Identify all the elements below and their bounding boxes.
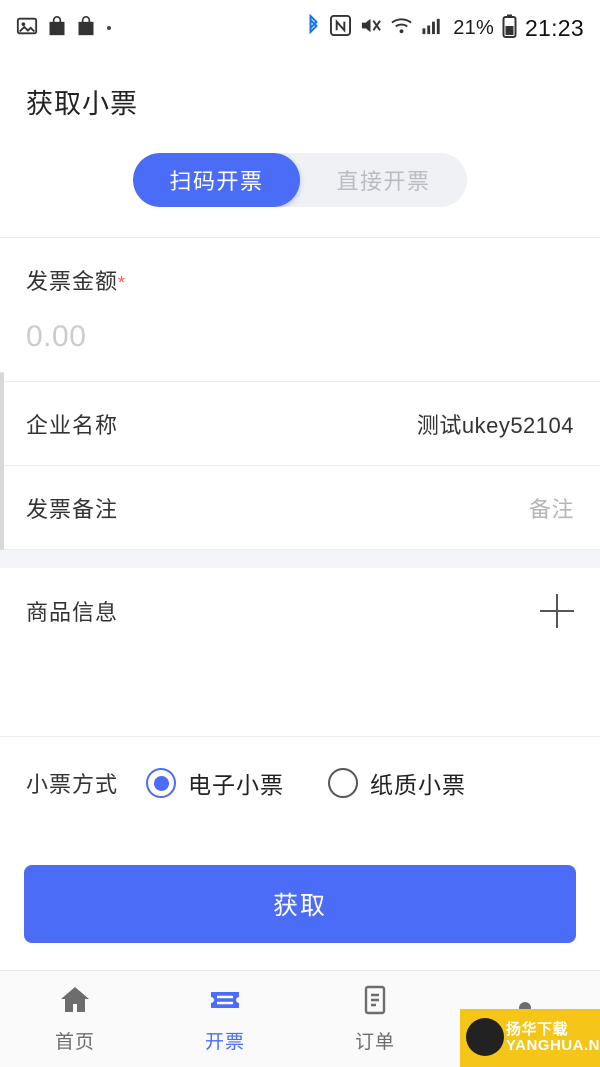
tab-bar: 扫码开票 直接开票 — [0, 121, 600, 238]
status-bar-clock: 21:23 — [524, 14, 584, 41]
battery-icon — [502, 14, 517, 43]
receipt-type-options: 电子小票 纸质小票 — [146, 766, 466, 800]
shopping-bag-icon — [76, 15, 96, 42]
radio-paper-receipt[interactable]: 纸质小票 — [328, 766, 466, 800]
shopping-bag-icon — [47, 15, 67, 42]
company-name-label: 企业名称 — [26, 412, 119, 438]
company-name-value: 测试ukey52104 — [416, 412, 574, 438]
invoice-remark-input[interactable]: 备注 — [529, 492, 574, 524]
goods-info-label: 商品信息 — [26, 600, 119, 625]
invoice-amount-label: 发票金额* — [26, 264, 574, 296]
nav-item-order-label: 订单 — [354, 1032, 395, 1053]
radio-selected-icon[interactable] — [146, 768, 177, 798]
signal-icon — [421, 15, 445, 41]
nfc-icon — [330, 15, 352, 41]
mute-icon — [359, 15, 382, 41]
watermark-line2: YANGHUA.NET — [506, 1037, 600, 1054]
watermark: 扬华下载 YANGHUA.NET — [460, 1009, 600, 1067]
submit-area: 获取 — [0, 829, 600, 943]
radio-electronic-receipt[interactable]: 电子小票 — [146, 766, 284, 800]
bluetooth-icon — [305, 13, 322, 43]
wifi-icon — [390, 15, 413, 41]
section-divider — [0, 550, 600, 568]
battery-percentage: 21% — [453, 16, 494, 39]
required-mark: * — [118, 273, 127, 293]
radio-paper-receipt-label: 纸质小票 — [370, 772, 467, 798]
home-icon — [58, 984, 92, 1021]
status-bar: 21% 21:23 — [0, 0, 600, 56]
order-list-icon — [358, 984, 392, 1021]
status-bar-left-icons — [16, 15, 113, 42]
goods-info-row: 商品信息 — [0, 568, 600, 654]
scroll-indicator — [0, 372, 4, 550]
watermark-text: 扬华下载 YANGHUA.NET — [506, 1022, 600, 1054]
invoice-remark-row[interactable]: 发票备注 备注 — [0, 466, 600, 550]
image-icon — [16, 15, 38, 42]
ticket-icon — [208, 984, 242, 1021]
segment-control: 扫码开票 直接开票 — [133, 153, 467, 207]
invoice-remark-label: 发票备注 — [26, 496, 119, 522]
lion-logo-icon — [466, 1018, 504, 1056]
invoice-amount-input[interactable]: 0.00 — [26, 320, 574, 354]
status-bar-right-icons: 21% 21:23 — [305, 13, 584, 43]
dot-icon — [105, 19, 113, 37]
radio-unselected-icon[interactable] — [328, 768, 359, 798]
plus-icon[interactable] — [540, 594, 574, 628]
receipt-type-row: 小票方式 电子小票 纸质小票 — [0, 737, 600, 829]
get-receipt-button[interactable]: 获取 — [24, 865, 576, 943]
nav-item-home[interactable]: 首页 — [0, 971, 150, 1067]
goods-empty-area — [0, 654, 600, 737]
nav-item-invoice-label: 开票 — [204, 1032, 245, 1053]
page-title: 获取小票 — [26, 89, 138, 119]
invoice-amount-field[interactable]: 发票金额* 0.00 — [0, 238, 600, 382]
receipt-type-label: 小票方式 — [26, 772, 119, 797]
company-name-row[interactable]: 企业名称 测试ukey52104 — [0, 382, 600, 466]
nav-item-order[interactable]: 订单 — [300, 971, 450, 1067]
nav-item-home-label: 首页 — [54, 1032, 95, 1053]
nav-item-invoice[interactable]: 开票 — [150, 971, 300, 1067]
invoice-amount-label-text: 发票金额 — [26, 269, 119, 294]
radio-electronic-receipt-label: 电子小票 — [188, 772, 285, 798]
tab-scan-invoice[interactable]: 扫码开票 — [133, 153, 300, 207]
watermark-line1: 扬华下载 — [506, 1021, 569, 1039]
tab-direct-invoice[interactable]: 直接开票 — [300, 153, 467, 207]
